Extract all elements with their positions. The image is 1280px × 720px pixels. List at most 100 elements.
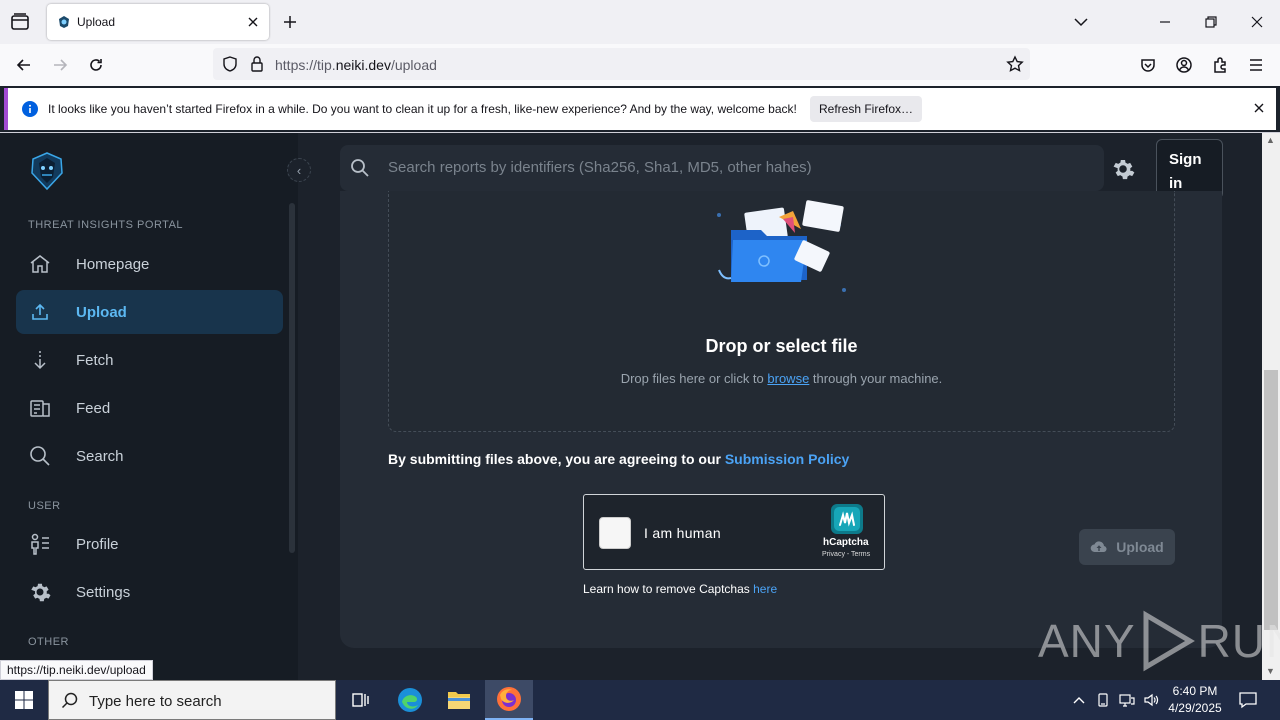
play-triangle-icon (1143, 610, 1195, 672)
submission-policy-notice: By submitting files above, you are agree… (388, 451, 849, 467)
url-bar[interactable]: https://tip.neiki.dev/upload (213, 48, 1030, 80)
anyrun-watermark: ANY RUN (1038, 609, 1280, 673)
home-icon (30, 255, 50, 273)
system-clock[interactable]: 6:40 PM 4/29/2025 (1160, 683, 1230, 717)
search-input[interactable]: Search reports by identifiers (Sha256, S… (388, 159, 812, 176)
firefox-icon (497, 687, 521, 711)
close-icon[interactable] (1252, 101, 1266, 115)
upload-button-label: Upload (1116, 539, 1164, 555)
chevron-down-icon[interactable] (1073, 14, 1089, 30)
new-tab-icon[interactable] (281, 13, 299, 31)
sidebar-item-fetch[interactable]: Fetch (16, 338, 283, 382)
section-label-user: USER (28, 500, 61, 512)
taskbar-search-box[interactable]: Type here to search (48, 680, 336, 720)
sign-in-button[interactable]: Sign in (1156, 139, 1223, 199)
task-view-icon (352, 693, 369, 707)
restore-icon[interactable] (1201, 12, 1221, 32)
sidebar-item-profile[interactable]: Profile (16, 522, 283, 566)
clock-date: 4/29/2025 (1168, 701, 1222, 715)
captcha-help-label: Learn how to remove Captchas (583, 582, 754, 596)
browser-tab-upload[interactable]: Upload (47, 4, 269, 40)
url-text[interactable]: https://tip.neiki.dev/upload (275, 57, 437, 73)
drop-subtitle: Drop files here or click to browse throu… (389, 371, 1174, 386)
gear-icon (31, 583, 51, 602)
url-path: /upload (390, 57, 437, 73)
url-prefix: https://tip. (275, 57, 336, 73)
sidebar-item-upload[interactable]: Upload (16, 290, 283, 334)
drop-title: Drop or select file (705, 336, 858, 356)
sidebar: THREAT INSIGHTS PORTAL Homepage Upload F… (0, 133, 298, 680)
captcha-brand: hCaptcha (823, 537, 869, 548)
back-arrow-icon[interactable] (15, 56, 33, 74)
network-icon[interactable] (1119, 692, 1135, 708)
sidebar-item-search[interactable]: Search (16, 434, 283, 478)
page-scroll-thumb[interactable] (1264, 370, 1278, 630)
close-tab-icon[interactable] (245, 14, 261, 30)
scroll-up-icon[interactable]: ▲ (1266, 135, 1276, 145)
bookmark-star-icon[interactable] (1006, 55, 1024, 73)
start-button[interactable] (0, 680, 48, 720)
search-icon (30, 446, 50, 466)
captcha-checkbox[interactable] (599, 517, 631, 549)
browser-nav-bar: https://tip.neiki.dev/upload (0, 44, 1280, 86)
pocket-icon[interactable] (1139, 56, 1157, 74)
volume-icon[interactable] (1143, 692, 1159, 708)
report-search-bar[interactable]: Search reports by identifiers (Sha256, S… (340, 145, 1104, 191)
submission-policy-link[interactable]: Submission Policy (725, 451, 849, 467)
sidebar-item-label: Feed (76, 399, 111, 417)
info-icon (22, 101, 38, 117)
file-explorer-taskbar-button[interactable] (435, 680, 483, 720)
chevron-left-icon: ‹ (296, 162, 302, 178)
sidebar-item-label: Profile (76, 535, 119, 553)
forward-arrow-icon[interactable] (51, 56, 69, 74)
file-dropzone[interactable]: Drop or select file Drop files here or c… (388, 191, 1175, 432)
firefox-refresh-notification: It looks like you haven’t started Firefo… (4, 88, 1276, 130)
sidebar-item-feed[interactable]: Feed (16, 386, 283, 430)
sidebar-item-homepage[interactable]: Homepage (16, 242, 283, 286)
task-view-button[interactable] (336, 680, 384, 720)
neiki-logo-icon[interactable] (28, 151, 66, 191)
sidebar-item-settings[interactable]: Settings (16, 570, 283, 614)
sidebar-collapse-button[interactable]: ‹ (287, 158, 311, 182)
sidebar-item-label: Upload (76, 303, 127, 321)
captcha-privacy-terms[interactable]: Privacy - Terms (822, 551, 870, 558)
browse-link[interactable]: browse (767, 371, 809, 386)
edge-taskbar-button[interactable] (386, 680, 434, 720)
upload-button[interactable]: Upload (1079, 529, 1175, 565)
web-page: THREAT INSIGHTS PORTAL Homepage Upload F… (0, 133, 1280, 680)
captcha-label: I am human (644, 525, 721, 541)
settings-gear-icon[interactable] (1110, 156, 1136, 182)
sidebar-item-label: Search (76, 447, 124, 465)
page-scrollbar[interactable]: ▲ ▼ (1262, 133, 1280, 680)
upload-card: Drop or select file Drop files here or c… (340, 191, 1222, 648)
chevron-up-icon[interactable] (1071, 692, 1087, 708)
search-icon (61, 692, 78, 709)
sidebar-item-label: Fetch (76, 351, 114, 369)
tab-list-icon[interactable] (8, 10, 32, 34)
hamburger-menu-icon[interactable] (1247, 56, 1265, 74)
upload-icon (32, 303, 48, 320)
neiki-favicon-icon (59, 16, 69, 28)
reload-icon[interactable] (87, 56, 105, 74)
windows-logo-icon (15, 691, 33, 709)
refresh-firefox-button[interactable]: Refresh Firefox… (810, 96, 922, 122)
fetch-icon (34, 351, 46, 370)
firefox-taskbar-button[interactable] (485, 680, 533, 720)
feed-icon (30, 400, 50, 417)
lock-icon[interactable] (249, 55, 265, 73)
hcaptcha-logo-icon (831, 504, 863, 534)
tab-title: Upload (77, 15, 116, 29)
notification-center-icon[interactable] (1238, 690, 1258, 710)
device-icon[interactable] (1095, 692, 1111, 708)
shield-icon[interactable] (221, 55, 239, 73)
account-icon[interactable] (1175, 56, 1193, 74)
extensions-icon[interactable] (1211, 56, 1229, 74)
browser-tab-bar: Upload (0, 0, 1280, 44)
cloud-upload-icon (1090, 541, 1107, 553)
sidebar-scrollbar[interactable] (289, 203, 295, 553)
clock-time: 6:40 PM (1172, 684, 1218, 698)
captcha-help-link[interactable]: here (753, 582, 777, 596)
minimize-icon[interactable] (1155, 12, 1175, 32)
drop-sub-text: Drop files here or click to (620, 371, 768, 386)
close-window-icon[interactable] (1247, 12, 1267, 32)
